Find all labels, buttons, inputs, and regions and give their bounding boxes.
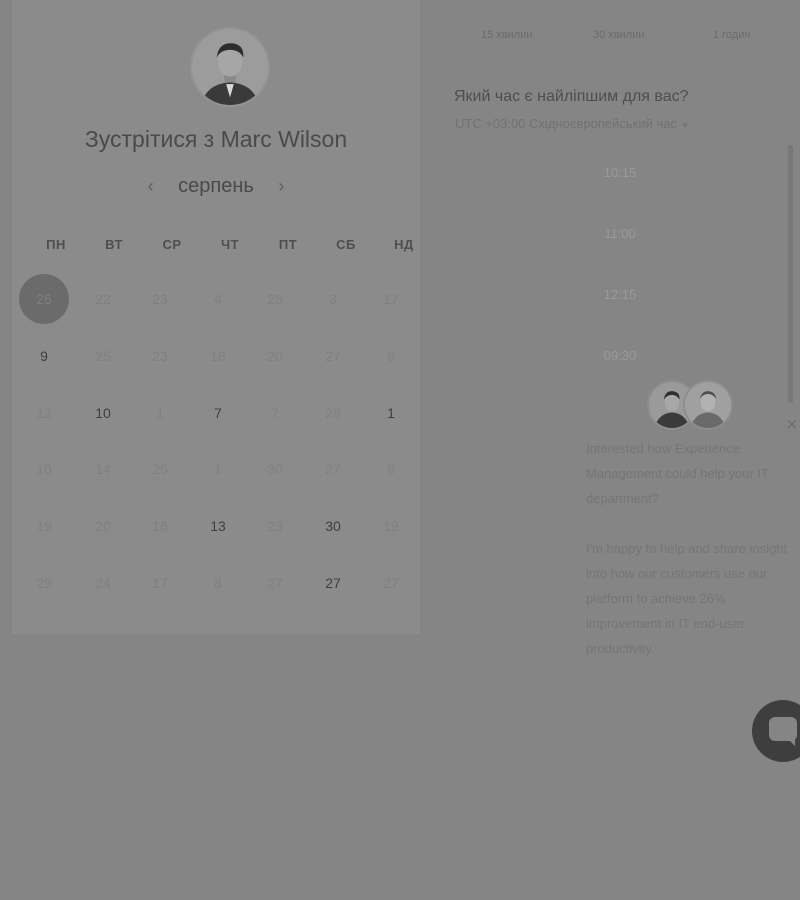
calendar-day: 19 [383, 518, 399, 534]
calendar-day: 20 [95, 518, 111, 534]
calendar-day-available[interactable]: 30 [308, 501, 358, 551]
month-navigator: ‹ серпень › [12, 175, 420, 198]
agent-photo [685, 382, 731, 428]
calendar-day: 27 [267, 575, 283, 591]
duration-option[interactable]: 30 хвилин [593, 29, 644, 41]
calendar-day: 20 [267, 348, 283, 364]
calendar-day: 25 [95, 348, 111, 364]
duration-options: 15 хвилин 30 хвилин 1 годин [455, 29, 775, 45]
time-slot-button[interactable]: 11:00 [560, 211, 680, 257]
calendar-day-available[interactable]: 27 [308, 558, 358, 608]
calendar-day: 1 [214, 461, 222, 477]
calendar-day: 10 [36, 461, 52, 477]
time-slot-button[interactable]: 12:15 [560, 272, 680, 318]
calendar-day: 25 [267, 291, 283, 307]
calendar-day: 18 [210, 348, 226, 364]
best-time-heading: Який час є найліпшим для вас? [454, 88, 689, 105]
chat-message-intro: Interested how Experience Management cou… [586, 441, 769, 506]
chat-launcher-button[interactable] [752, 700, 800, 762]
caret-down-icon: ▾ [682, 120, 688, 130]
host-avatar [190, 27, 270, 107]
calendar-day: 22 [95, 291, 111, 307]
close-icon[interactable]: × [786, 414, 798, 437]
chat-message-body: I'm happy to help and share insight into… [586, 541, 788, 656]
meeting-title: Зустрітися з Marc Wilson [84, 126, 348, 152]
calendar-day: 17 [383, 291, 399, 307]
duration-option[interactable]: 15 хвилин [481, 29, 532, 41]
calendar-day: 3 [329, 291, 337, 307]
calendar-day: 27 [383, 575, 399, 591]
calendar-day: 8 [387, 348, 395, 364]
calendar-day: 30 [267, 461, 283, 477]
weekday-label: ЧТ [220, 237, 240, 252]
calendar-day: 7 [271, 405, 279, 421]
calendar-day-available[interactable]: 1 [366, 388, 416, 438]
calendar-day: 1 [156, 405, 164, 421]
weekday-label: ВТ [105, 237, 123, 252]
calendar-day: 8 [387, 461, 395, 477]
weekday-header: ПН ВТ СР ЧТ ПТ СБ НД [12, 237, 420, 253]
chat-message: Interested how Experience Management cou… [586, 436, 800, 661]
calendar-day: 27 [325, 348, 341, 364]
calendar-day-available[interactable]: 9 [19, 331, 69, 381]
time-slot-scrollbar[interactable] [788, 145, 793, 403]
weekday-label: ПТ [278, 237, 298, 252]
calendar-day: 8 [214, 575, 222, 591]
calendar-day: 29 [36, 575, 52, 591]
chevron-right-icon[interactable]: › [271, 176, 291, 197]
calendar-day-available[interactable]: 10 [78, 388, 128, 438]
time-slot-button[interactable]: 10:15 [560, 150, 680, 196]
calendar-day: 23 [152, 291, 168, 307]
calendar-day: 12 [36, 405, 52, 421]
weekday-label: СБ [336, 237, 356, 252]
calendar-day: 23 [152, 348, 168, 364]
calendar-day-selected[interactable]: 26 [19, 274, 69, 324]
current-month: серпень [178, 175, 254, 197]
duration-option[interactable]: 1 годин [713, 29, 750, 41]
calendar-day: 24 [95, 575, 111, 591]
chat-bubble-tail [787, 738, 795, 746]
weekday-label: НД [394, 237, 414, 252]
calendar-day: 28 [325, 405, 341, 421]
time-slot-button[interactable]: 09:30 [560, 333, 680, 379]
host-photo [192, 29, 268, 105]
calendar-day: 14 [95, 461, 111, 477]
calendar-day-available[interactable]: 13 [193, 501, 243, 551]
chevron-left-icon[interactable]: ‹ [141, 176, 161, 197]
agent-avatars [647, 380, 737, 432]
agent-avatar [683, 380, 733, 430]
timezone-select[interactable]: UTC +03:00 Східноєвропейський час ▾ [455, 116, 688, 131]
timezone-value: UTC +03:00 Східноєвропейський час [455, 116, 677, 131]
weekday-label: ПН [46, 237, 66, 252]
calendar-day: 27 [325, 461, 341, 477]
weekday-label: СР [162, 237, 182, 252]
calendar-day: 23 [267, 518, 283, 534]
calendar-day: 25 [152, 461, 168, 477]
calendar-day: 16 [152, 518, 168, 534]
calendar-day-available[interactable]: 7 [193, 388, 243, 438]
calendar-day: 4 [214, 291, 222, 307]
calendar-day: 19 [36, 518, 52, 534]
calendar-card: Зустрітися з Marc Wilson ‹ серпень › ПН В… [12, 0, 420, 634]
calendar-day: 17 [152, 575, 168, 591]
